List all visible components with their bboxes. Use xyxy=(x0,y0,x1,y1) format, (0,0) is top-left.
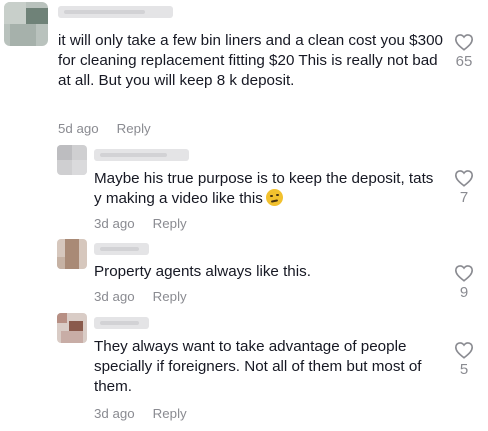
comment-meta: 3d ago Reply xyxy=(94,216,187,231)
avatar[interactable] xyxy=(4,2,48,46)
comment-time: 3d ago xyxy=(94,406,135,421)
thinking-face-emoji xyxy=(265,189,283,206)
comment-time: 3d ago xyxy=(94,289,135,304)
like-count: 7 xyxy=(459,189,469,206)
avatar-pixel xyxy=(26,8,48,24)
heart-outline-icon[interactable] xyxy=(454,169,474,187)
comment-text-content: Maybe his true purpose is to keep the de… xyxy=(94,170,434,207)
comment-time: 5d ago xyxy=(58,121,99,136)
username-redacted[interactable] xyxy=(58,6,173,18)
comment-meta: 3d ago Reply xyxy=(94,406,187,421)
reply-button[interactable]: Reply xyxy=(117,121,151,136)
username-redacted[interactable] xyxy=(94,317,149,329)
like-count: 9 xyxy=(459,284,469,301)
comment-item: They always want to take advantage of pe… xyxy=(0,311,488,431)
avatar-pixel xyxy=(4,2,26,24)
username-redacted[interactable] xyxy=(94,149,189,161)
avatar-pixel xyxy=(57,313,67,323)
heart-outline-icon[interactable] xyxy=(454,33,474,51)
heart-outline-icon[interactable] xyxy=(454,264,474,282)
like-control[interactable]: 65 xyxy=(452,33,476,70)
like-count: 65 xyxy=(455,53,473,70)
reply-button[interactable]: Reply xyxy=(153,216,187,231)
like-control[interactable]: 7 xyxy=(452,169,476,206)
comment-time: 3d ago xyxy=(94,216,135,231)
like-control[interactable]: 9 xyxy=(452,264,476,301)
avatar-pixel xyxy=(61,331,83,343)
like-control[interactable]: 5 xyxy=(452,341,476,378)
avatar[interactable] xyxy=(57,313,87,343)
avatar-pixel xyxy=(69,321,83,331)
reply-button[interactable]: Reply xyxy=(153,406,187,421)
avatar-pixel xyxy=(57,257,65,269)
avatar-pixel xyxy=(10,24,36,46)
avatar-pixel xyxy=(65,239,79,269)
avatar-pixel xyxy=(57,145,72,160)
comment-item: it will only take a few bin liners and a… xyxy=(0,0,488,145)
avatar-pixel xyxy=(72,160,87,175)
comment-meta: 5d ago Reply xyxy=(58,121,151,136)
like-count: 5 xyxy=(459,361,469,378)
comment-item: Property agents always like this. 3d ago… xyxy=(0,237,488,311)
reply-button[interactable]: Reply xyxy=(153,289,187,304)
comment-meta: 3d ago Reply xyxy=(94,289,187,304)
comment-text: Property agents always like this. xyxy=(94,263,311,280)
comment-item: Maybe his true purpose is to keep the de… xyxy=(0,145,488,237)
avatar[interactable] xyxy=(57,145,87,175)
comment-text: it will only take a few bin liners and a… xyxy=(58,32,443,89)
comment-text: Maybe his true purpose is to keep the de… xyxy=(94,169,439,209)
avatar[interactable] xyxy=(57,239,87,269)
comment-text: They always want to take advantage of pe… xyxy=(94,338,422,395)
username-redacted[interactable] xyxy=(94,243,149,255)
heart-outline-icon[interactable] xyxy=(454,341,474,359)
